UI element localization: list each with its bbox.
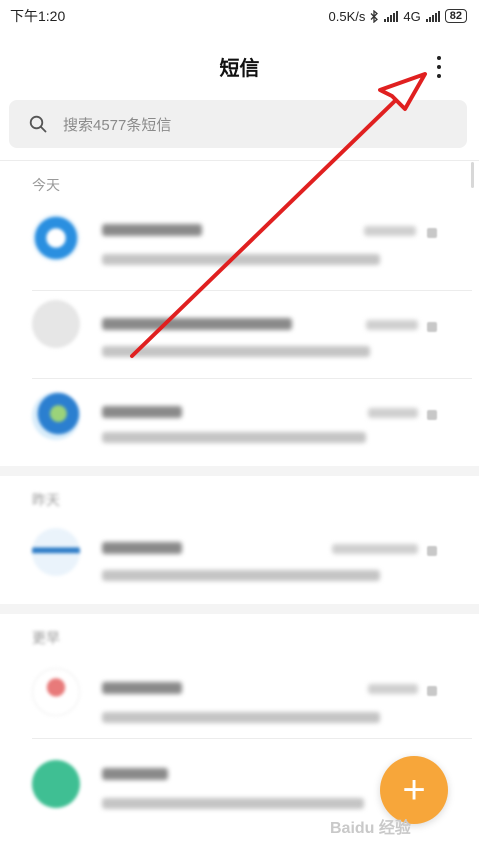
net-speed: 0.5K/s: [328, 8, 366, 24]
sim-badge-icon: [427, 228, 437, 238]
message-preview: [102, 346, 370, 357]
message-preview: [102, 432, 366, 443]
sender-name: [102, 224, 202, 236]
more-dot-icon: [437, 65, 441, 69]
sender-name: [102, 542, 182, 554]
page-title: 短信: [219, 58, 260, 80]
message-time: [332, 544, 418, 554]
more-dot-icon: [437, 56, 441, 60]
section-label-earlier: 更早: [32, 630, 60, 646]
sim-badge-icon: [427, 410, 437, 420]
avatar: [32, 392, 80, 440]
network-type: 4G: [403, 8, 421, 24]
avatar: [32, 214, 80, 262]
sender-name: [102, 768, 168, 780]
divider: [0, 160, 479, 161]
message-preview: [102, 254, 380, 265]
watermark-logo: Baidu 经验: [330, 820, 411, 837]
message-preview: [102, 712, 380, 723]
avatar: [32, 300, 80, 348]
more-options-button[interactable]: [428, 54, 450, 80]
avatar: [32, 760, 80, 808]
search-bar[interactable]: 搜索4577条短信: [9, 100, 467, 148]
section-divider: [0, 466, 479, 476]
message-time: [364, 226, 416, 236]
conversation-row[interactable]: [0, 508, 470, 596]
section-label-yesterday: 昨天: [32, 492, 60, 508]
bluetooth-icon: [370, 9, 379, 23]
sim-badge-icon: [427, 322, 437, 332]
search-icon: [29, 115, 47, 133]
signal-icon: [384, 10, 399, 22]
conversation-row[interactable]: [0, 372, 470, 460]
message-time: [368, 684, 418, 694]
divider: [32, 738, 472, 739]
status-bar: 下午1:20 0.5K/s 4G 82: [0, 0, 479, 32]
message-time: [366, 320, 418, 330]
sim-badge-icon: [427, 686, 437, 696]
more-dot-icon: [437, 74, 441, 78]
avatar: [32, 528, 80, 576]
section-divider: [0, 604, 479, 614]
message-time: [368, 408, 418, 418]
message-preview: [102, 798, 364, 809]
plus-icon: +: [402, 768, 426, 812]
avatar: [32, 668, 80, 716]
signal-icon-2: [425, 10, 440, 22]
sim-badge-icon: [427, 546, 437, 556]
status-time: 下午1:20: [10, 8, 66, 24]
section-label-today: 今天: [32, 177, 60, 193]
sender-name: [102, 406, 182, 418]
scrollbar[interactable]: [471, 162, 474, 188]
conversation-row[interactable]: [0, 648, 470, 736]
conversation-row[interactable]: [0, 280, 470, 368]
battery-icon: 82: [444, 9, 467, 23]
conversation-row[interactable]: [0, 194, 470, 282]
status-indicators: 0.5K/s 4G 82: [329, 9, 467, 24]
search-input[interactable]: 搜索4577条短信: [63, 114, 171, 135]
sender-name: [102, 682, 182, 694]
sender-name: [102, 318, 292, 330]
message-preview: [102, 570, 380, 581]
